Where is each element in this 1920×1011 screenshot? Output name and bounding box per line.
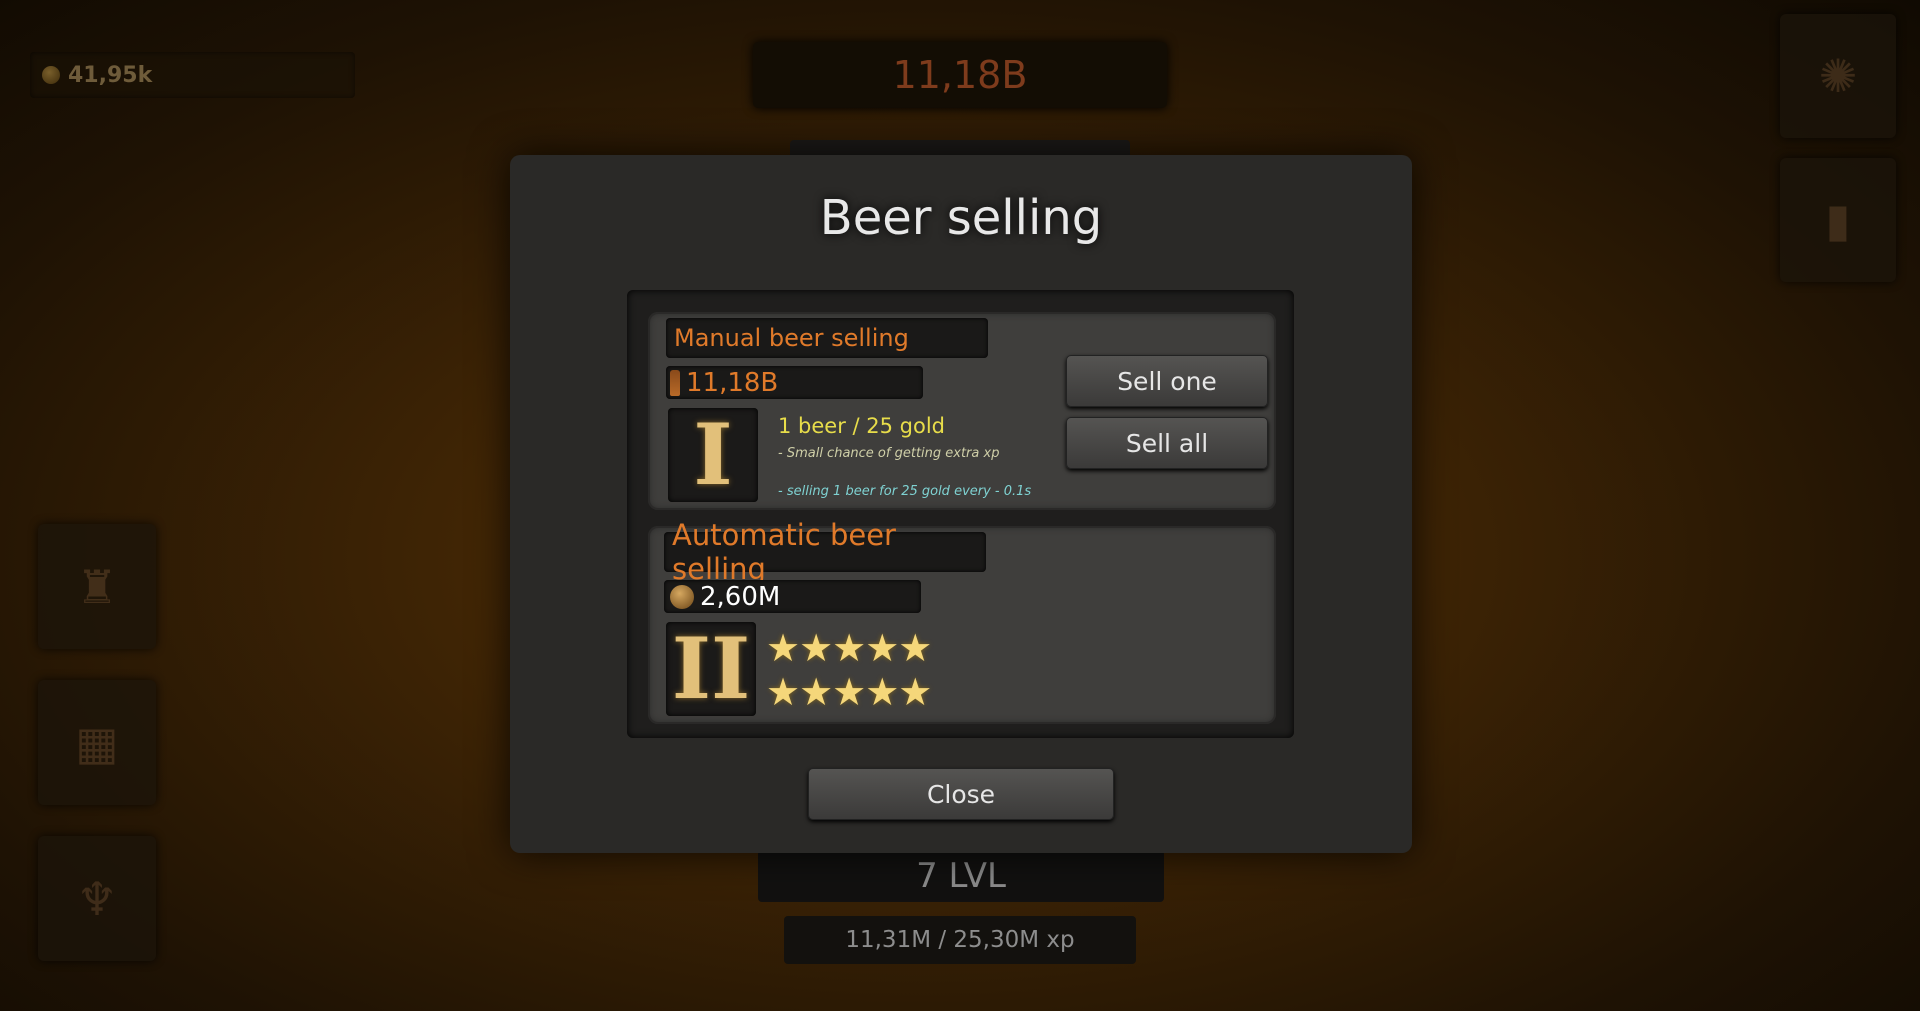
beer-stock: 11,18B: [666, 366, 923, 399]
level-value: 7 LVL: [916, 856, 1006, 896]
stats-icon: ▮: [1825, 193, 1851, 247]
automatic-heading-text: Automatic beer selling: [672, 518, 896, 586]
decoration-icon: ♆: [76, 871, 118, 926]
level-display: 7 LVL: [758, 850, 1164, 902]
stats-button[interactable]: ▮: [1780, 158, 1896, 282]
sell-rate: 1 beer / 25 gold: [778, 414, 946, 438]
decoration-button[interactable]: ♆: [38, 836, 156, 961]
dialog-title: Beer selling: [819, 190, 1103, 246]
upgrade-cost-value: 2,60M: [700, 581, 781, 612]
gold-value: 41,95k: [68, 62, 153, 88]
gold-counter: 41,95k: [30, 52, 355, 98]
beer-counter-value: 11,18B: [892, 53, 1028, 97]
auto-sell-note: - selling 1 beer for 25 gold every - 0.1…: [778, 484, 1032, 499]
automatic-tier-numeral: II: [671, 619, 751, 718]
lamp-button[interactable]: ♜: [38, 524, 156, 649]
automatic-upgrade-cost: 2,60M: [664, 580, 921, 613]
automatic-tier-badge: II: [666, 622, 756, 716]
automatic-selling-heading[interactable]: Automatic beer selling: [664, 518, 986, 586]
xp-display: 11,31M / 25,30M xp: [784, 916, 1136, 964]
sell-all-button[interactable]: Sell all: [1066, 417, 1268, 469]
beer-counter: 11,18B: [753, 42, 1167, 108]
crate-button[interactable]: ▦: [38, 680, 156, 805]
manual-selling-heading: Manual beer selling: [666, 318, 988, 358]
settings-icon: ✺: [1818, 49, 1858, 103]
settings-button[interactable]: ✺: [1780, 14, 1896, 138]
lamp-icon: ♜: [76, 559, 118, 614]
gold-coin-icon: [670, 584, 694, 609]
beer-bottle-icon: [670, 369, 680, 396]
xp-value: 11,31M / 25,30M xp: [845, 927, 1075, 953]
manual-heading-text: Manual beer selling: [674, 324, 909, 352]
crate-icon: ▦: [75, 715, 119, 770]
extra-xp-note: - Small chance of getting extra xp: [778, 446, 1000, 461]
manual-tier-numeral: I: [693, 405, 733, 504]
beer-stock-value: 11,18B: [686, 367, 779, 398]
upgrade-stars-row-1: ★★★★★: [766, 626, 932, 670]
gold-coin-icon: [42, 66, 60, 84]
sell-one-button[interactable]: Sell one: [1066, 355, 1268, 407]
close-button[interactable]: Close: [808, 768, 1114, 820]
upgrade-stars-row-2: ★★★★★: [766, 670, 932, 714]
manual-tier-badge: I: [668, 408, 758, 502]
